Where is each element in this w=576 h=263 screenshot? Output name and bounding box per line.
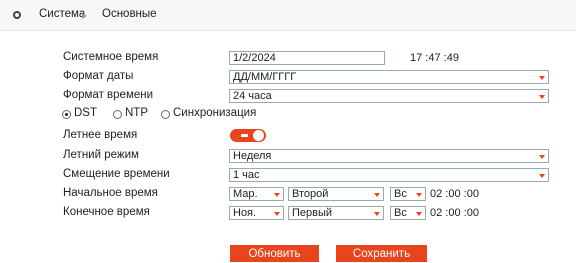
start-time-label: Начальное время <box>63 187 158 199</box>
breadcrumb-bar: Система Основные <box>0 0 576 31</box>
toggle-knob <box>253 130 264 141</box>
chevron-down-icon <box>539 155 545 159</box>
system-time-label: Системное время <box>63 51 159 63</box>
date-format-select[interactable]: ДД/ММ/ГГГГ <box>229 70 549 84</box>
dst-enabled-label: Летнее время <box>63 129 138 141</box>
date-format-value: ДД/ММ/ГГГГ <box>233 71 297 83</box>
radio-sync-label: Синхронизация <box>173 107 257 119</box>
chevron-down-icon <box>274 193 280 197</box>
system-clock: 17 :47 :49 <box>410 52 459 64</box>
time-offset-label: Смещение времени <box>63 168 170 180</box>
end-week-select[interactable]: Первый <box>288 206 384 220</box>
end-month-select[interactable]: Ноя. <box>229 206 284 220</box>
start-time-value[interactable]: 02 :00 :00 <box>430 188 479 200</box>
chevron-down-icon <box>539 174 545 178</box>
chevron-down-icon <box>274 212 280 216</box>
dst-mode-value: Неделя <box>233 150 272 162</box>
date-format-label: Формат даты <box>63 70 134 82</box>
chevron-down-icon <box>539 76 545 80</box>
start-month-value: Мар. <box>233 188 258 200</box>
time-offset-select[interactable]: 1 час <box>229 168 549 182</box>
breadcrumb-separator-icon <box>82 13 87 19</box>
time-format-value: 24 часа <box>233 90 272 102</box>
breadcrumb-current: Основные <box>102 8 157 20</box>
end-week-value: Первый <box>292 207 333 219</box>
time-offset-value: 1 час <box>233 169 260 181</box>
chevron-down-icon <box>416 193 422 197</box>
breadcrumb-root[interactable]: Система <box>39 8 85 20</box>
end-time-value[interactable]: 02 :00 :00 <box>430 207 479 219</box>
time-format-select[interactable]: 24 часа <box>229 89 549 103</box>
system-date-field[interactable]: 1/2/2024 <box>229 51 385 65</box>
refresh-button[interactable]: Обновить <box>230 245 319 262</box>
chevron-down-icon <box>539 95 545 99</box>
chevron-down-icon <box>416 212 422 216</box>
start-week-select[interactable]: Второй <box>288 187 384 201</box>
end-day-value: Вс <box>394 207 407 219</box>
settings-icon <box>13 11 21 19</box>
end-day-select[interactable]: Вс <box>390 206 426 220</box>
chevron-down-icon <box>374 212 380 216</box>
dst-mode-select[interactable]: Неделя <box>229 149 549 163</box>
start-day-value: Вс <box>394 188 407 200</box>
chevron-down-icon <box>374 193 380 197</box>
start-month-select[interactable]: Мар. <box>229 187 284 201</box>
radio-dst[interactable] <box>62 110 71 119</box>
time-format-label: Формат времени <box>63 89 154 101</box>
radio-ntp-label: NTP <box>125 107 148 119</box>
start-week-value: Второй <box>292 188 329 200</box>
dst-mode-label: Летний режим <box>63 149 139 161</box>
radio-dst-label: DST <box>74 107 97 119</box>
end-time-label: Конечное время <box>63 206 150 218</box>
end-month-value: Ноя. <box>233 207 257 219</box>
system-date-value: 1/2/2024 <box>233 52 276 64</box>
radio-ntp[interactable] <box>113 110 122 119</box>
save-button[interactable]: Сохранить <box>336 245 427 262</box>
radio-sync[interactable] <box>161 110 170 119</box>
dst-toggle[interactable] <box>230 129 266 142</box>
start-day-select[interactable]: Вс <box>390 187 426 201</box>
